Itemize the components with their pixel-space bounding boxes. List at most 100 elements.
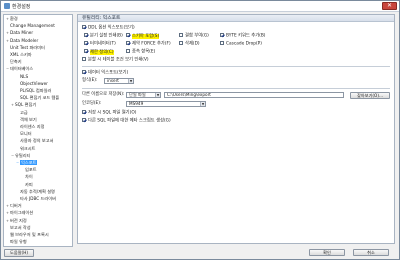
include-schema-checkbox[interactable]: 스키마 포함(S) bbox=[126, 33, 160, 39]
checkbox-box[interactable] bbox=[82, 25, 86, 29]
tree-item-label: 마이그레이션 bbox=[10, 210, 34, 216]
checkbox-box[interactable] bbox=[126, 41, 130, 45]
tree-item[interactable]: +Data Modeler bbox=[6, 38, 38, 44]
tree-item-label: 차이 bbox=[25, 174, 33, 180]
meta-script-checkbox[interactable]: 다른 SQL 파일에 대한 메타 스크립트 생성(G) bbox=[82, 118, 171, 124]
tree-item-label: 익스포트 bbox=[20, 160, 38, 165]
panel-title: 유틸리티: 익스포트 bbox=[82, 16, 121, 21]
checkbox-box[interactable] bbox=[82, 118, 86, 122]
tree-item[interactable]: 라이센스 지정 bbox=[16, 124, 44, 130]
help-button[interactable]: 도움말(H) bbox=[4, 249, 34, 257]
checkbox-box[interactable] bbox=[84, 33, 88, 37]
tree-item[interactable]: +마이그레이션 bbox=[6, 210, 33, 216]
dependents-checkbox[interactable]: 종속 항목(E) bbox=[126, 49, 155, 55]
tree-item[interactable]: NLS bbox=[16, 74, 28, 80]
checkbox-box[interactable] bbox=[220, 41, 224, 45]
checkbox-box[interactable] bbox=[126, 33, 130, 37]
tree-item[interactable]: 객체 보기 bbox=[16, 117, 37, 123]
constraint-definition-checkbox[interactable]: 제한 정의(C) bbox=[84, 49, 114, 55]
tree-item-selected[interactable]: − 익스포트 bbox=[16, 160, 38, 166]
save-as-select-value: 단일 파일 bbox=[129, 92, 146, 97]
tree-item[interactable]: 자동 추적/계획 설명 bbox=[16, 189, 55, 195]
tree-item[interactable]: Unit Test 파라미터 bbox=[6, 45, 45, 51]
checkbox-box[interactable] bbox=[126, 49, 130, 53]
tree-item-label: Data Modeler bbox=[10, 37, 39, 43]
checkbox-box[interactable] bbox=[179, 41, 183, 45]
chevron-down-icon: ▼ bbox=[200, 102, 205, 106]
tree-item[interactable]: PL/SQL 컴파일러 bbox=[16, 88, 51, 94]
preferences-window: 환경설정 ✕ +환경 Change Management +Data Miner +D… bbox=[0, 0, 400, 260]
tree-item[interactable]: ObjectViewer bbox=[16, 81, 48, 87]
encoding-select-value: MS949 bbox=[129, 101, 144, 106]
tree-item[interactable]: 웹 브라우저 및 프록시 bbox=[6, 232, 49, 238]
tree-item[interactable]: −데이터베이스 bbox=[6, 66, 33, 72]
tree-item[interactable]: 고급 bbox=[16, 110, 28, 116]
tree-item-label: 자동 추적/계획 설명 bbox=[20, 188, 55, 194]
browse-button[interactable]: 찾아보기(O)... bbox=[350, 92, 390, 99]
tree-item-label: 고급 bbox=[20, 109, 28, 115]
close-button[interactable]: ✕ bbox=[382, 2, 397, 10]
checkbox-box[interactable] bbox=[84, 41, 88, 45]
preferences-tree[interactable]: +환경 Change Management +Data Miner +Data Mod… bbox=[3, 14, 73, 247]
grants-checkbox[interactable]: 결합 부여(G) bbox=[179, 33, 209, 39]
tree-item-label: 라이센스 지정 bbox=[20, 124, 45, 129]
tree-item[interactable]: +SQL 편집기 bbox=[11, 102, 36, 108]
tree-item[interactable]: +디버거 bbox=[6, 203, 22, 209]
tree-item[interactable]: XML 스키마 bbox=[6, 52, 32, 58]
tree-item[interactable]: 파일 유형 bbox=[6, 239, 27, 245]
save-as-label: 다른 이름으로 저장(N): bbox=[82, 92, 125, 97]
tree-item-label: 타사 JDBC 드라이버 bbox=[20, 196, 56, 201]
save-as-select[interactable]: 단일 파일 ▼ bbox=[126, 92, 161, 98]
terminator-checkbox[interactable]: 터미네이터(T) bbox=[84, 41, 116, 47]
tree-item[interactable]: −유틸리티 bbox=[11, 153, 30, 159]
tree-item[interactable]: +환경 bbox=[6, 16, 18, 22]
ddl-export-checkbox[interactable]: DDL 옵션 익스포트(보기) bbox=[82, 25, 135, 31]
checkbox-box[interactable] bbox=[82, 70, 86, 74]
drop-checkbox[interactable]: 삭제(D) bbox=[179, 41, 200, 47]
cancel-button[interactable]: 취소 bbox=[353, 249, 389, 256]
checkbox-box[interactable] bbox=[179, 33, 183, 37]
open-sql-on-save-checkbox[interactable]: 저장 시 SQL 파일 열기(O) bbox=[82, 110, 136, 116]
tree-item[interactable]: 임포트 bbox=[21, 167, 37, 173]
separator bbox=[82, 66, 390, 67]
chevron-down-icon: ▼ bbox=[128, 79, 133, 83]
tree-item-label: 환경 bbox=[10, 16, 18, 21]
tree-item[interactable]: +Data Miner bbox=[6, 30, 33, 36]
force-constraint-checkbox[interactable]: 제약 FORCE 추가(F) bbox=[126, 41, 171, 47]
tree-item[interactable]: 보고서 작성 bbox=[6, 225, 31, 231]
checkbox-box[interactable] bbox=[220, 33, 224, 37]
checkbox-box[interactable] bbox=[82, 57, 86, 61]
print-split-checkbox[interactable]: 분기 설정 인쇄(B) bbox=[84, 33, 123, 39]
tree-item-label: Data Miner bbox=[10, 30, 34, 36]
partition-view-checkbox[interactable]: 분할 시 테이블 조건 보기 인쇄(V) bbox=[82, 57, 149, 63]
tree-item-label: 디버거 bbox=[10, 203, 22, 209]
tree-item[interactable]: +버전 지정 bbox=[6, 218, 27, 224]
tree-item[interactable]: 타사 JDBC 드라이버 bbox=[16, 196, 56, 202]
tree-item-label: 파일 유형 bbox=[10, 239, 27, 245]
export-settings-panel: 유틸리티: 익스포트 DDL 옵션 익스포트(보기) 분기 설정 인쇄(B) 스… bbox=[77, 14, 395, 244]
ok-button[interactable]: 확인 bbox=[309, 249, 345, 256]
checkbox-box[interactable] bbox=[84, 49, 88, 53]
data-export-checkbox[interactable]: 데이터 익스포트(보기) bbox=[82, 70, 128, 76]
format-label: 형식(E): bbox=[82, 78, 98, 83]
tree-item-label: 버전 지정 bbox=[10, 217, 27, 223]
tree-item[interactable]: 단축키 bbox=[6, 59, 22, 65]
tree-item[interactable]: 모니터 bbox=[16, 131, 32, 137]
tree-item-label: 모니터 bbox=[20, 131, 32, 137]
tree-item-label: 워크시트 bbox=[20, 145, 36, 151]
tree-item[interactable]: 워크시트 bbox=[16, 146, 35, 152]
encoding-select[interactable]: MS949 ▼ bbox=[126, 101, 206, 107]
file-path-input[interactable]: C:\Users\Ming\export bbox=[164, 92, 344, 98]
tree-item-label: SQL 편집기 bbox=[15, 102, 37, 108]
window-title: 환경설정 bbox=[12, 4, 31, 10]
tree-item[interactable]: 카피 bbox=[21, 182, 33, 188]
format-select[interactable]: insert ▼ bbox=[104, 78, 134, 84]
cascade-drop-checkbox[interactable]: Cascade Drop(P) bbox=[220, 41, 262, 47]
byte-keyword-checkbox[interactable]: BYTE 키워드 추가(B) bbox=[220, 33, 265, 39]
tree-item[interactable]: SQL 편집기 코드 템플 bbox=[16, 95, 59, 101]
title-bar: 환경설정 ✕ bbox=[1, 1, 399, 12]
tree-item[interactable]: 차이 bbox=[21, 174, 33, 180]
checkbox-box[interactable] bbox=[82, 110, 86, 114]
tree-item[interactable]: 사용자 정의 보고서 bbox=[16, 138, 53, 144]
tree-item[interactable]: Change Management bbox=[6, 23, 55, 29]
